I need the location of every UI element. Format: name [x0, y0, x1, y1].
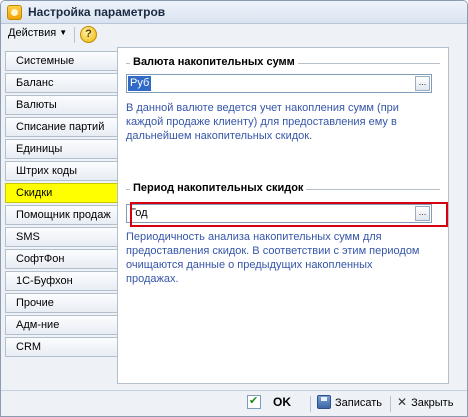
floppy-disk-icon: [317, 395, 331, 409]
currency-group: Валюта накопительных сумм Руб ... В данн…: [126, 56, 440, 173]
nav-item-sms[interactable]: SMS: [5, 227, 117, 247]
nav-item-balance[interactable]: Баланс: [5, 73, 117, 93]
title-bar: Настройка параметров: [1, 1, 467, 24]
button-separator: [310, 396, 311, 412]
dropdown-arrow-icon: ▼: [59, 28, 68, 37]
settings-navigation: Системные Баланс Валюты Списание партий …: [5, 51, 117, 381]
nav-item-crm[interactable]: CRM: [5, 337, 117, 357]
nav-item-barcodes[interactable]: Штрих коды: [5, 161, 117, 181]
actions-menu-label: Действия: [8, 27, 57, 39]
period-hint: Периодичность анализа накопительных сумм…: [126, 231, 420, 285]
period-group-legend: Период накопительных скидок: [130, 182, 307, 194]
nav-item-batch-writeoff[interactable]: Списание партий: [5, 117, 117, 137]
currency-choose-button[interactable]: ...: [415, 76, 430, 91]
currency-hint: В данной валюте ведется учет накопления …: [126, 102, 399, 142]
nav-item-1c-phone[interactable]: 1С-Буфхон: [5, 271, 117, 291]
nav-item-units[interactable]: Единицы: [5, 139, 117, 159]
discounts-settings-panel: Валюта накопительных сумм Руб ... В данн…: [117, 47, 449, 384]
nav-item-currencies[interactable]: Валюты: [5, 95, 117, 115]
period-field-highlight: [130, 202, 448, 227]
button-separator: [390, 396, 391, 412]
app-icon: [7, 5, 22, 20]
ok-label: OK: [273, 395, 291, 409]
nav-item-discounts[interactable]: Скидки: [5, 183, 117, 203]
bottom-button-bar: OK Записать ✕Закрыть: [1, 390, 467, 416]
nav-item-other[interactable]: Прочие: [5, 293, 117, 313]
actions-menu-button[interactable]: Действия ▼: [4, 26, 71, 44]
help-button[interactable]: ?: [80, 26, 97, 43]
toolbar: Действия ▼ ?: [1, 24, 467, 46]
nav-item-admin[interactable]: Адм-ние: [5, 315, 117, 335]
nav-item-system[interactable]: Системные: [5, 51, 117, 71]
close-button[interactable]: ✕ Закрыть: [397, 395, 453, 414]
settings-window: Настройка параметров Действия ▼ ? Системн…: [0, 0, 468, 417]
save-button[interactable]: Записать: [317, 395, 382, 414]
checkmark-icon: [247, 394, 261, 409]
toolbar-separator: [74, 27, 75, 43]
currency-group-legend: Валюта накопительных сумм: [130, 56, 298, 68]
currency-field[interactable]: Руб ...: [126, 74, 432, 93]
nav-item-sales-assistant[interactable]: Помощник продаж: [5, 205, 117, 225]
nav-item-softphone[interactable]: СофтФон: [5, 249, 117, 269]
window-title: Настройка параметров: [28, 5, 166, 19]
close-label: Закрыть: [411, 397, 454, 409]
currency-field-value: Руб: [128, 76, 152, 91]
ok-button[interactable]: OK: [247, 394, 291, 414]
save-label: Записать: [335, 397, 383, 409]
close-icon: ✕: [397, 395, 408, 409]
